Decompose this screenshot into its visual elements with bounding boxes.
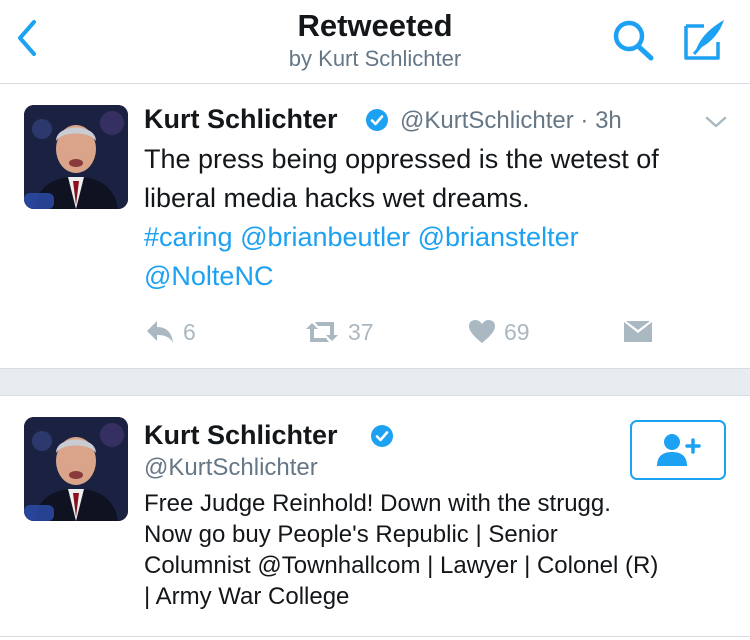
like-count: 69 <box>504 318 530 345</box>
avatar-image <box>24 417 128 521</box>
mention-link[interactable]: @NolteNC <box>144 261 273 291</box>
mention-link[interactable]: @brianstelter <box>418 222 579 252</box>
author-name[interactable]: Kurt Schlichter <box>144 104 338 135</box>
add-user-icon <box>657 434 701 466</box>
direct-message-button[interactable] <box>623 317 653 347</box>
heart-icon <box>469 320 495 343</box>
bio-line: Columnist @Townhallcom | Lawyer | Colone… <box>144 552 659 579</box>
retweeted-tweet[interactable]: Kurt Schlichter @KurtSchlichter · 3h The… <box>0 84 750 368</box>
retweet-icon <box>306 322 338 342</box>
profile-handle: @KurtSchlichter <box>144 454 318 481</box>
profile-name[interactable]: Kurt Schlichter <box>144 420 338 451</box>
follow-button[interactable] <box>630 420 726 480</box>
verified-badge-icon <box>371 425 393 447</box>
avatar[interactable] <box>24 105 128 209</box>
navigation-header: Retweeted by Kurt Schlichter <box>0 0 750 84</box>
verified-badge-icon <box>366 109 388 131</box>
bio-line: Free Judge Reinhold! Down with the strug… <box>144 490 611 517</box>
avatar[interactable] <box>24 417 128 521</box>
retweet-count: 37 <box>348 318 374 345</box>
author-handle-time: @KurtSchlichter · 3h <box>400 107 622 134</box>
reply-button[interactable]: 6 <box>145 317 196 347</box>
bio-line: Now go buy People's Republic | Senior <box>144 521 558 548</box>
compose-icon[interactable] <box>682 16 728 62</box>
reply-icon <box>147 321 173 343</box>
hashtag-link[interactable]: #caring <box>144 222 233 252</box>
mention-link[interactable]: @brianbeutler <box>240 222 410 252</box>
like-button[interactable]: 69 <box>468 317 530 347</box>
retweet-button[interactable]: 37 <box>304 317 374 347</box>
reply-count: 6 <box>183 318 196 345</box>
bottom-divider <box>0 636 750 637</box>
section-divider <box>0 368 750 396</box>
search-icon[interactable] <box>610 18 658 62</box>
profile-bio: Free Judge Reinhold! Down with the strug… <box>144 488 734 612</box>
tweet-text: The press being oppressed is the wetest … <box>144 144 659 213</box>
profile-card[interactable]: Kurt Schlichter @KurtSchlichter Free Jud… <box>0 396 750 640</box>
chevron-down-icon[interactable] <box>702 112 730 132</box>
avatar-image <box>24 105 128 209</box>
bio-line: | Army War College <box>144 583 350 610</box>
envelope-icon <box>624 321 652 342</box>
tweet-entities: #caring @brianbeutler @brianstelter @Nol… <box>144 218 734 296</box>
